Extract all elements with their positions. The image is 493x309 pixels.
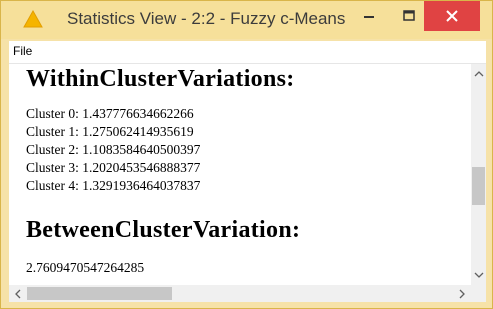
close-icon <box>446 10 458 22</box>
maximize-button[interactable] <box>390 1 428 31</box>
vertical-scroll-thumb[interactable] <box>472 167 485 205</box>
cluster-line: Cluster 1: 1.275062414935619 <box>26 124 194 139</box>
chevron-right-icon <box>459 289 465 298</box>
chevron-left-icon <box>15 289 21 298</box>
cluster-line: Cluster 2: 1.1083584640500397 <box>26 142 201 157</box>
within-cluster-heading: WithinClusterVariations: <box>26 66 295 92</box>
scroll-right-button[interactable] <box>455 285 469 302</box>
statistics-content: WithinClusterVariations: Cluster 0: 1.43… <box>9 64 471 285</box>
maximize-icon <box>403 10 415 21</box>
chevron-down-icon <box>474 272 483 278</box>
horizontal-scroll-thumb[interactable] <box>27 287 172 300</box>
window-title: Statistics View - 2:2 - Fuzzy c-Means <box>67 9 346 28</box>
menu-bar: File <box>9 41 486 64</box>
title-bar[interactable]: Statistics View - 2:2 - Fuzzy c-Means <box>1 1 492 39</box>
cluster-line: Cluster 3: 1.2020453546888377 <box>26 160 201 175</box>
minimize-icon <box>364 16 374 18</box>
statistics-window: Statistics View - 2:2 - Fuzzy c-Means Fi… <box>0 0 493 309</box>
scroll-down-button[interactable] <box>471 268 486 282</box>
vertical-scrollbar[interactable] <box>471 64 486 285</box>
warning-triangle-icon <box>23 10 43 28</box>
close-button[interactable] <box>424 1 480 31</box>
menu-file[interactable]: File <box>13 44 32 58</box>
cluster-line: Cluster 4: 1.3291936464037837 <box>26 178 201 193</box>
horizontal-scrollbar[interactable] <box>9 285 471 302</box>
between-cluster-heading: BetweenClusterVariation: <box>26 217 301 243</box>
cluster-line: Cluster 0: 1.437776634662266 <box>26 106 194 121</box>
minimize-button[interactable] <box>350 1 388 31</box>
scroll-left-button[interactable] <box>11 285 25 302</box>
scrollbar-corner <box>471 285 486 302</box>
scroll-up-button[interactable] <box>471 67 486 81</box>
chevron-up-icon <box>474 71 483 77</box>
between-cluster-value: 2.7609470547264285 <box>26 260 145 275</box>
